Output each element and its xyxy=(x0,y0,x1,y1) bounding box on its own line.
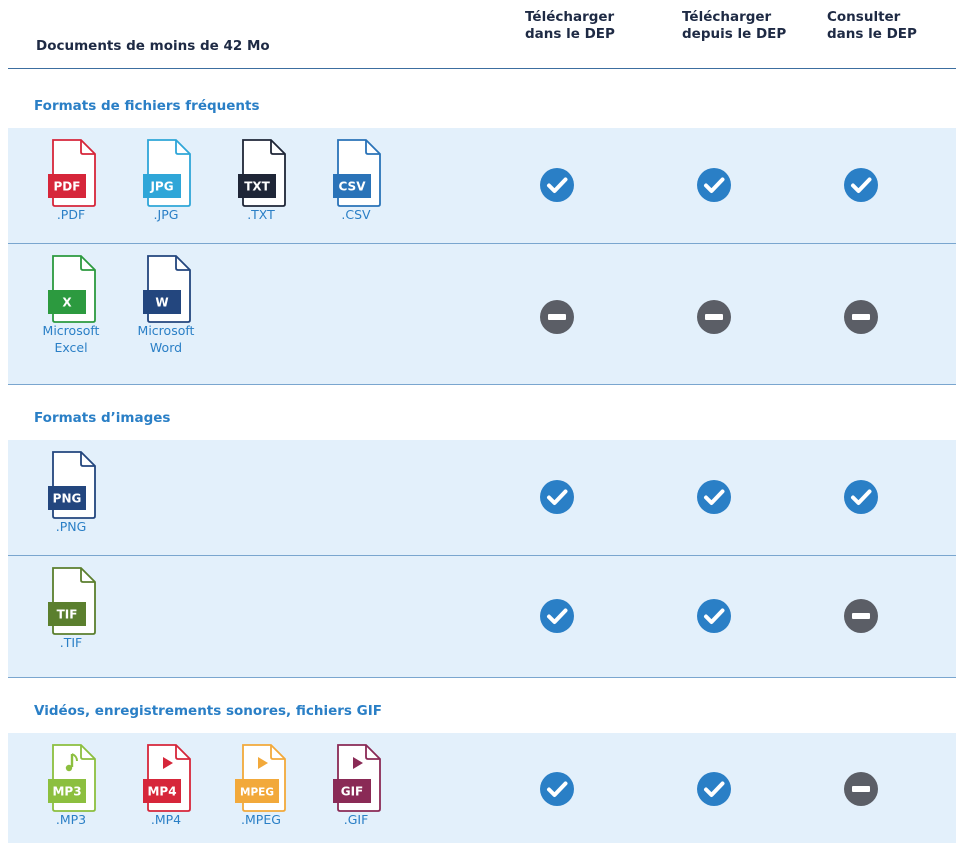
section-common-formats: Formats de fichiers fréquents xyxy=(8,78,956,134)
file-icon: W xyxy=(121,254,211,324)
column-header-download: Télécharger depuis le DEP xyxy=(682,9,787,42)
check-circle-icon xyxy=(696,598,732,634)
svg-text:JPG: JPG xyxy=(149,180,173,194)
file-icon: MPEG xyxy=(216,743,306,813)
table-row: MP3 .MP3 MP4 .MP4 MPEG .MPEG GIF .GIF xyxy=(8,733,956,843)
section-image-formats: Formats d’images xyxy=(8,390,956,446)
file-format-label: .GIF xyxy=(343,812,369,827)
file-icon: CSV xyxy=(311,138,401,208)
svg-text:GIF: GIF xyxy=(341,785,364,799)
file-format-label: .PNG xyxy=(55,519,87,534)
file-format-label: .MPEG xyxy=(241,812,281,827)
minus-circle-icon xyxy=(843,598,879,634)
check-circle-icon xyxy=(539,167,575,203)
table-row: PDF .PDF JPG .JPG TXT .TXT CSV .CSV xyxy=(8,128,956,244)
minus-circle-icon xyxy=(696,299,732,335)
file-icon: PNG xyxy=(26,450,116,520)
file-icon: JPG xyxy=(121,138,211,208)
file-format-label: .TIF xyxy=(59,635,83,650)
section-label: Formats de fichiers fréquents xyxy=(34,98,260,114)
minus-circle-icon xyxy=(843,771,879,807)
file-format-label: .MP3 xyxy=(55,812,87,827)
svg-text:MP4: MP4 xyxy=(147,785,176,799)
file-format-label: Microsoft Word xyxy=(137,323,195,355)
section-label: Vidéos, enregistrements sonores, fichier… xyxy=(34,703,382,719)
check-circle-icon xyxy=(696,167,732,203)
table-row: X Microsoft Excel W Microsoft Word xyxy=(8,244,956,385)
svg-text:MP3: MP3 xyxy=(52,785,81,799)
file-icon: TIF xyxy=(26,566,116,636)
svg-text:CSV: CSV xyxy=(339,180,367,194)
file-format-label: .CSV xyxy=(341,207,371,222)
file-icon: GIF xyxy=(311,743,401,813)
table-row: TIF .TIF xyxy=(8,556,956,678)
check-circle-icon xyxy=(539,598,575,634)
column-header-upload: Télécharger dans le DEP xyxy=(525,9,615,42)
check-circle-icon xyxy=(843,479,879,515)
check-circle-icon xyxy=(539,479,575,515)
svg-text:X: X xyxy=(62,296,72,310)
file-icon: MP4 xyxy=(121,743,211,813)
file-icon: MP3 xyxy=(26,743,116,813)
svg-text:PDF: PDF xyxy=(54,180,81,194)
svg-text:MPEG: MPEG xyxy=(240,787,274,799)
svg-text:W: W xyxy=(155,296,168,310)
section-label: Formats d’images xyxy=(34,410,171,426)
minus-circle-icon xyxy=(539,299,575,335)
file-format-label: .JPG xyxy=(153,207,179,222)
check-circle-icon xyxy=(696,771,732,807)
table-header: Documents de moins de 42 Mo Télécharger … xyxy=(8,0,956,69)
file-icon: X xyxy=(26,254,116,324)
svg-text:TXT: TXT xyxy=(244,180,270,194)
file-format-label: .MP4 xyxy=(150,812,182,827)
section-media-formats: Vidéos, enregistrements sonores, fichier… xyxy=(8,683,956,739)
table-title: Documents de moins de 42 Mo xyxy=(36,38,270,54)
check-circle-icon xyxy=(696,479,732,515)
file-format-label: .TXT xyxy=(247,207,275,222)
file-icon: PDF xyxy=(26,138,116,208)
file-format-label: Microsoft Excel xyxy=(42,323,100,355)
file-icon: TXT xyxy=(216,138,306,208)
column-header-view: Consulter dans le DEP xyxy=(827,9,917,42)
table-row: PNG .PNG xyxy=(8,440,956,556)
check-circle-icon xyxy=(843,167,879,203)
file-format-label: .PDF xyxy=(56,207,86,222)
svg-text:PNG: PNG xyxy=(53,492,82,506)
check-circle-icon xyxy=(539,771,575,807)
svg-text:TIF: TIF xyxy=(57,608,78,622)
minus-circle-icon xyxy=(843,299,879,335)
